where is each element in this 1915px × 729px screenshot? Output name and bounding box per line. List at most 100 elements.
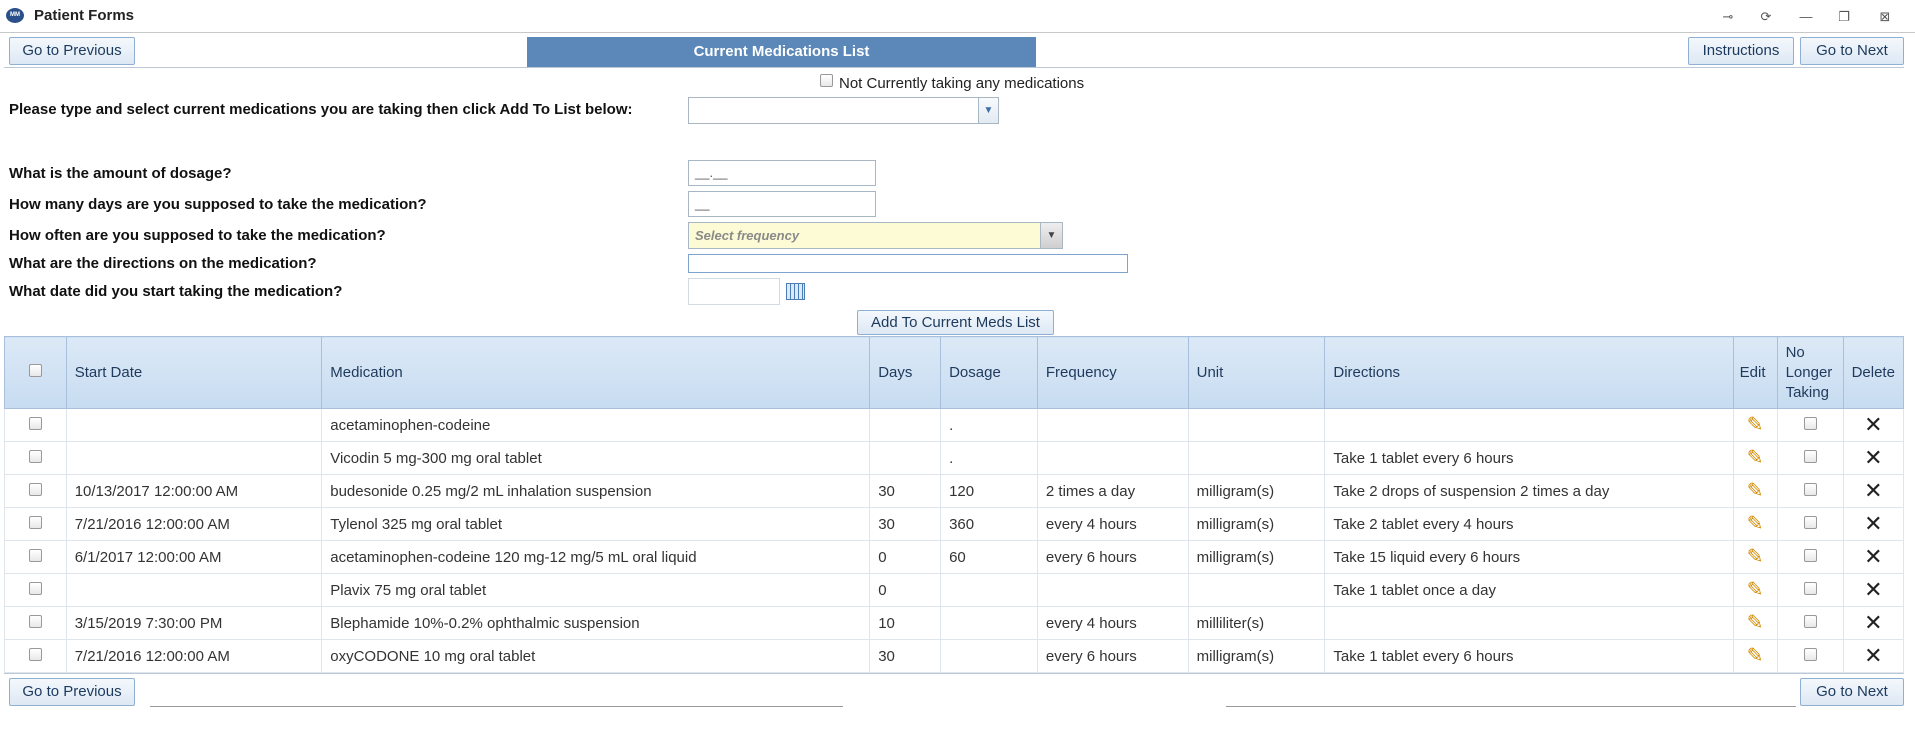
column-unit[interactable]: Unit xyxy=(1187,336,1326,409)
column-frequency[interactable]: Frequency xyxy=(1036,336,1189,409)
cell-directions: Take 1 tablet every 6 hours xyxy=(1324,639,1734,673)
row-select-checkbox[interactable] xyxy=(28,647,42,661)
close-icon[interactable]: ⊠ xyxy=(1876,8,1894,26)
instructions-button[interactable]: Instructions xyxy=(1688,37,1794,65)
no-longer-taking-checkbox[interactable] xyxy=(1803,647,1817,661)
row-select-cell xyxy=(4,408,67,442)
delete-icon[interactable]: ✕ xyxy=(1864,480,1882,502)
footer-rule-left xyxy=(150,706,843,707)
delete-icon[interactable]: ✕ xyxy=(1864,414,1882,436)
frequency-label: How often are you supposed to take the m… xyxy=(9,227,386,244)
restore-icon[interactable]: ❐ xyxy=(1835,8,1853,26)
row-select-checkbox[interactable] xyxy=(28,482,42,496)
table-row[interactable]: 10/13/2017 12:00:00 AM budesonide 0.25 mg… xyxy=(4,474,1905,508)
cell-medication: Vicodin 5 mg-300 mg oral tablet xyxy=(321,441,871,475)
cell-medication: Plavix 75 mg oral tablet xyxy=(321,573,871,607)
cell-unit xyxy=(1187,408,1326,442)
table-row[interactable]: Plavix 75 mg oral tablet 0 Take 1 tablet o… xyxy=(4,573,1905,607)
pencil-icon[interactable]: ✎ xyxy=(1747,613,1764,633)
add-to-meds-list-button[interactable]: Add To Current Meds List xyxy=(857,310,1054,335)
pencil-icon[interactable]: ✎ xyxy=(1747,514,1764,534)
column-dosage[interactable]: Dosage xyxy=(940,336,1038,409)
no-longer-taking-cell xyxy=(1776,441,1844,475)
row-select-checkbox[interactable] xyxy=(28,548,42,562)
cell-dosage: 120 xyxy=(940,474,1038,508)
pencil-icon[interactable]: ✎ xyxy=(1747,646,1764,666)
table-row[interactable]: 6/1/2017 12:00:00 AM acetaminophen-codein… xyxy=(4,540,1905,574)
footer-go-to-previous-button[interactable]: Go to Previous xyxy=(9,678,135,706)
pencil-icon[interactable]: ✎ xyxy=(1747,448,1764,468)
start-date-input[interactable] xyxy=(688,278,780,305)
row-select-checkbox[interactable] xyxy=(28,614,42,628)
grid-body: acetaminophen-codeine. ✎ ✕ Vicodin 5 mg-300… xyxy=(4,408,1905,673)
column-medication[interactable]: Medication xyxy=(321,336,871,409)
go-to-next-button[interactable]: Go to Next xyxy=(1800,37,1904,65)
pencil-icon[interactable]: ✎ xyxy=(1747,481,1764,501)
row-select-cell xyxy=(4,474,67,508)
delete-icon[interactable]: ✕ xyxy=(1864,513,1882,535)
chevron-down-icon[interactable]: ▼ xyxy=(1040,223,1062,248)
row-select-checkbox[interactable] xyxy=(28,449,42,463)
edit-cell: ✎ xyxy=(1732,474,1778,508)
window-title: Patient Forms xyxy=(34,7,135,24)
pin-icon[interactable]: ⊸ xyxy=(1719,8,1737,26)
footer-go-to-next-button[interactable]: Go to Next xyxy=(1800,678,1904,706)
column-directions[interactable]: Directions xyxy=(1324,336,1734,409)
cell-unit: milliliter(s) xyxy=(1187,606,1326,640)
select-all-checkbox[interactable] xyxy=(28,364,42,377)
go-to-previous-button[interactable]: Go to Previous xyxy=(9,37,135,65)
table-row[interactable]: Vicodin 5 mg-300 mg oral tablet. Take 1 t… xyxy=(4,441,1905,475)
cell-frequency xyxy=(1036,441,1189,475)
table-row[interactable]: 7/21/2016 12:00:00 AM oxyCODONE 10 mg ora… xyxy=(4,639,1905,673)
column-days[interactable]: Days xyxy=(869,336,942,409)
days-label: How many days are you supposed to take t… xyxy=(9,196,427,213)
cell-frequency: every 6 hours xyxy=(1036,540,1189,574)
cell-days: 0 xyxy=(869,540,942,574)
pencil-icon[interactable]: ✎ xyxy=(1747,580,1764,600)
minimize-icon[interactable]: — xyxy=(1797,8,1815,26)
no-longer-taking-checkbox[interactable] xyxy=(1803,416,1817,430)
no-longer-taking-checkbox[interactable] xyxy=(1803,482,1817,496)
medication-search-combobox[interactable]: ▼ xyxy=(688,97,999,124)
no-longer-taking-checkbox[interactable] xyxy=(1803,449,1817,463)
edit-cell: ✎ xyxy=(1732,408,1778,442)
delete-cell: ✕ xyxy=(1842,540,1905,574)
row-select-cell xyxy=(4,573,67,607)
no-longer-taking-checkbox[interactable] xyxy=(1803,548,1817,562)
title-bar: MM Patient Forms ⊸ ⟳ — ❐ ⊠ xyxy=(0,0,1915,33)
delete-icon[interactable]: ✕ xyxy=(1864,546,1882,568)
pencil-icon[interactable]: ✎ xyxy=(1747,415,1764,435)
refresh-icon[interactable]: ⟳ xyxy=(1757,8,1775,26)
cell-dosage: 60 xyxy=(940,540,1038,574)
frequency-select[interactable]: Select frequency ▼ xyxy=(688,222,1063,249)
no-longer-taking-checkbox[interactable] xyxy=(1803,515,1817,529)
row-select-cell xyxy=(4,540,67,574)
table-row[interactable]: acetaminophen-codeine. ✎ ✕ xyxy=(4,408,1905,442)
no-longer-taking-checkbox[interactable] xyxy=(1803,614,1817,628)
directions-label: What are the directions on the medicatio… xyxy=(9,255,317,272)
cell-start-date xyxy=(65,441,323,475)
calendar-icon[interactable] xyxy=(786,283,805,300)
cell-unit xyxy=(1187,441,1326,475)
delete-icon[interactable]: ✕ xyxy=(1864,447,1882,469)
delete-icon[interactable]: ✕ xyxy=(1864,645,1882,667)
days-input[interactable]: __ xyxy=(688,191,876,217)
table-row[interactable]: 7/21/2016 12:00:00 AM Tylenol 325 mg oral… xyxy=(4,507,1905,541)
column-start-date[interactable]: Start Date xyxy=(65,336,323,409)
pencil-icon[interactable]: ✎ xyxy=(1747,547,1764,567)
delete-icon[interactable]: ✕ xyxy=(1864,612,1882,634)
row-select-checkbox[interactable] xyxy=(28,515,42,529)
row-select-cell xyxy=(4,606,67,640)
table-row[interactable]: 3/15/2019 7:30:00 PM Blephamide 10%-0.2% … xyxy=(4,606,1905,640)
cell-days: 0 xyxy=(869,573,942,607)
row-select-checkbox[interactable] xyxy=(28,416,42,430)
no-longer-taking-checkbox[interactable] xyxy=(1803,581,1817,595)
chevron-down-icon[interactable]: ▼ xyxy=(978,98,998,123)
footer-rule-right xyxy=(1226,706,1796,707)
cell-dosage: 360 xyxy=(940,507,1038,541)
directions-input[interactable] xyxy=(688,254,1128,273)
not-taking-checkbox[interactable] xyxy=(820,74,833,87)
delete-icon[interactable]: ✕ xyxy=(1864,579,1882,601)
dosage-input[interactable]: __.__ xyxy=(688,160,876,186)
row-select-checkbox[interactable] xyxy=(28,581,42,595)
